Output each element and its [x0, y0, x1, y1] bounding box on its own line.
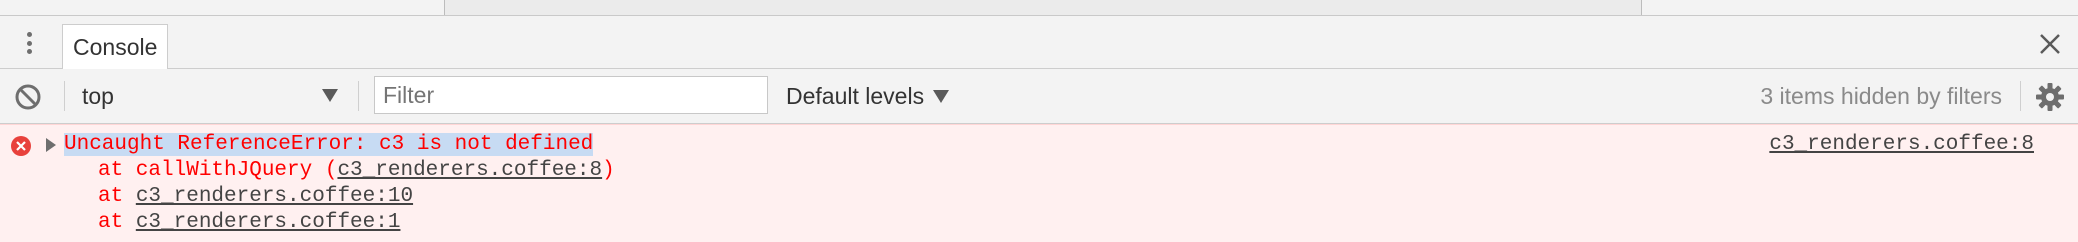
tab-console[interactable]: Console [62, 24, 169, 69]
stack-source-link[interactable]: c3_renderers.coffee:10 [136, 185, 413, 208]
stack-trace-line: at c3_renderers.coffee:10 [98, 184, 413, 210]
stack-prefix: at [98, 211, 136, 234]
stack-source-link[interactable]: c3_renderers.coffee:1 [136, 211, 401, 234]
stack-suffix: ) [602, 159, 615, 182]
stack-trace-line: at c3_renderers.coffee:1 [98, 210, 400, 236]
log-levels-dropdown[interactable]: Default levels [786, 75, 950, 117]
stack-prefix: at [98, 185, 136, 208]
log-levels-label: Default levels [786, 83, 925, 109]
gear-icon[interactable] [2034, 81, 2066, 113]
clear-console-icon[interactable] [12, 81, 44, 113]
console-error-message: Uncaught ReferenceError: c3 is not defin… [0, 124, 2078, 242]
error-source-link[interactable]: c3_renderers.coffee:8 [1769, 132, 2034, 158]
expand-triangle-icon[interactable] [45, 137, 57, 153]
page-viewport-inner [444, 0, 1642, 15]
console-messages: Uncaught ReferenceError: c3 is not defin… [0, 124, 2078, 242]
stack-prefix: at callWithJQuery ( [98, 159, 338, 182]
toolbar-divider [64, 81, 65, 111]
toolbar-divider [2020, 81, 2021, 111]
drawer-tab-bar: Console [0, 16, 2078, 69]
dropdown-caret-icon[interactable] [320, 86, 340, 104]
stack-source-link[interactable]: c3_renderers.coffee:8 [337, 159, 602, 182]
close-icon[interactable] [2032, 26, 2068, 62]
toolbar-divider [358, 81, 359, 111]
devtools-panel: Console top Default levels 3 items hidde… [0, 0, 2078, 242]
console-toolbar: top Default levels 3 items hidden by fil… [0, 69, 2078, 124]
dropdown-caret-icon [933, 90, 950, 103]
page-viewport-edge [0, 0, 2078, 16]
context-selector[interactable]: top [82, 75, 114, 117]
filter-input[interactable] [374, 76, 768, 114]
hidden-items-message: 3 items hidden by filters [1760, 83, 2002, 109]
error-text[interactable]: Uncaught ReferenceError: c3 is not defin… [64, 132, 594, 158]
stack-trace-line: at callWithJQuery (c3_renderers.coffee:8… [98, 158, 615, 184]
error-icon [11, 136, 31, 156]
kebab-menu-icon[interactable] [16, 28, 42, 58]
